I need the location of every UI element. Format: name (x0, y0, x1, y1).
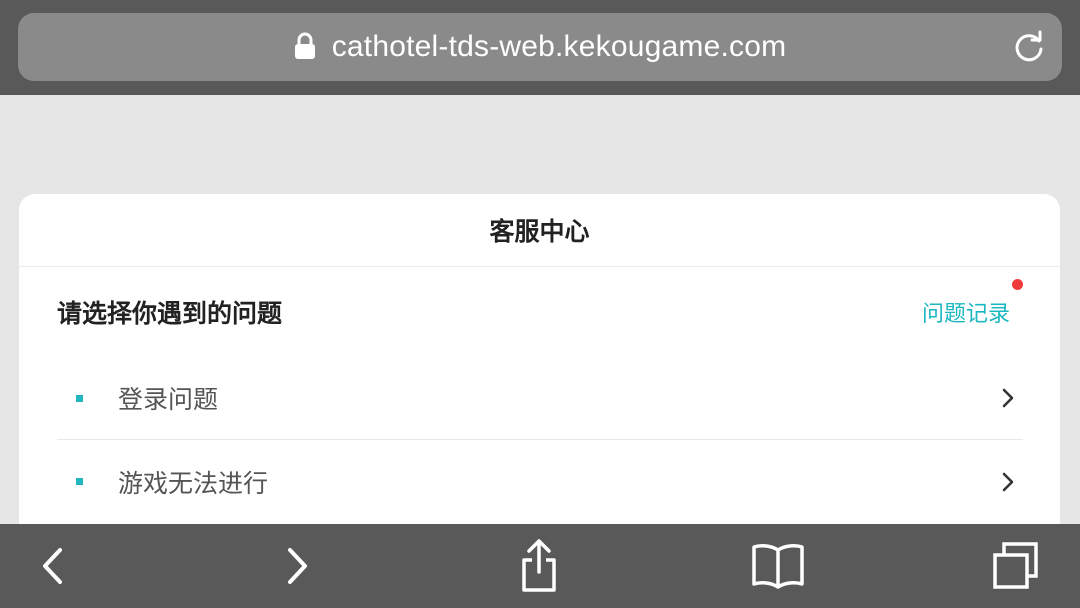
address-bar[interactable]: cathotel-tds-web.kekougame.com (18, 13, 1062, 81)
list-item-label: 登录问题 (118, 385, 219, 414)
bullet-icon (76, 394, 83, 402)
list-item-login-issue[interactable]: 登录问题 (57, 357, 1023, 440)
share-icon (522, 539, 556, 592)
list-item-label: 游戏无法进行 (118, 468, 269, 498)
question-history-link[interactable]: 问题记录 (921, 279, 1023, 328)
lock-icon (294, 32, 315, 59)
tabs-button[interactable] (988, 524, 1044, 608)
page-title: 客服中心 (489, 217, 590, 246)
chevron-right-icon (1002, 388, 1014, 408)
question-section-header: 请选择你遇到的问题 问题记录 (19, 267, 1060, 357)
browser-top-bar: cathotel-tds-web.kekougame.com (0, 0, 1080, 95)
address-content: cathotel-tds-web.kekougame.com (294, 30, 787, 64)
forward-button[interactable] (276, 524, 320, 608)
bookmarks-icon (752, 544, 804, 589)
back-icon (43, 548, 62, 584)
bullet-icon (76, 478, 83, 485)
share-button[interactable] (514, 524, 564, 608)
list-item-game-not-working[interactable]: 游戏无法进行 (57, 440, 1023, 523)
url-text: cathotel-tds-web.kekougame.com (331, 30, 787, 63)
forward-icon (288, 548, 307, 584)
question-history-label: 问题记录 (921, 302, 1010, 327)
section-title: 请选择你遇到的问题 (57, 299, 283, 328)
chevron-right-icon (1002, 472, 1014, 491)
reload-icon[interactable] (1012, 30, 1046, 64)
customer-service-card: 客服中心 请选择你遇到的问题 问题记录 登录问题 游戏无法进行 (19, 194, 1060, 574)
notification-dot (1012, 279, 1023, 290)
back-button[interactable] (30, 524, 74, 608)
bookmarks-button[interactable] (748, 524, 808, 608)
tabs-icon (993, 542, 1038, 589)
browser-bottom-toolbar (0, 524, 1080, 608)
card-header: 客服中心 (19, 194, 1060, 267)
